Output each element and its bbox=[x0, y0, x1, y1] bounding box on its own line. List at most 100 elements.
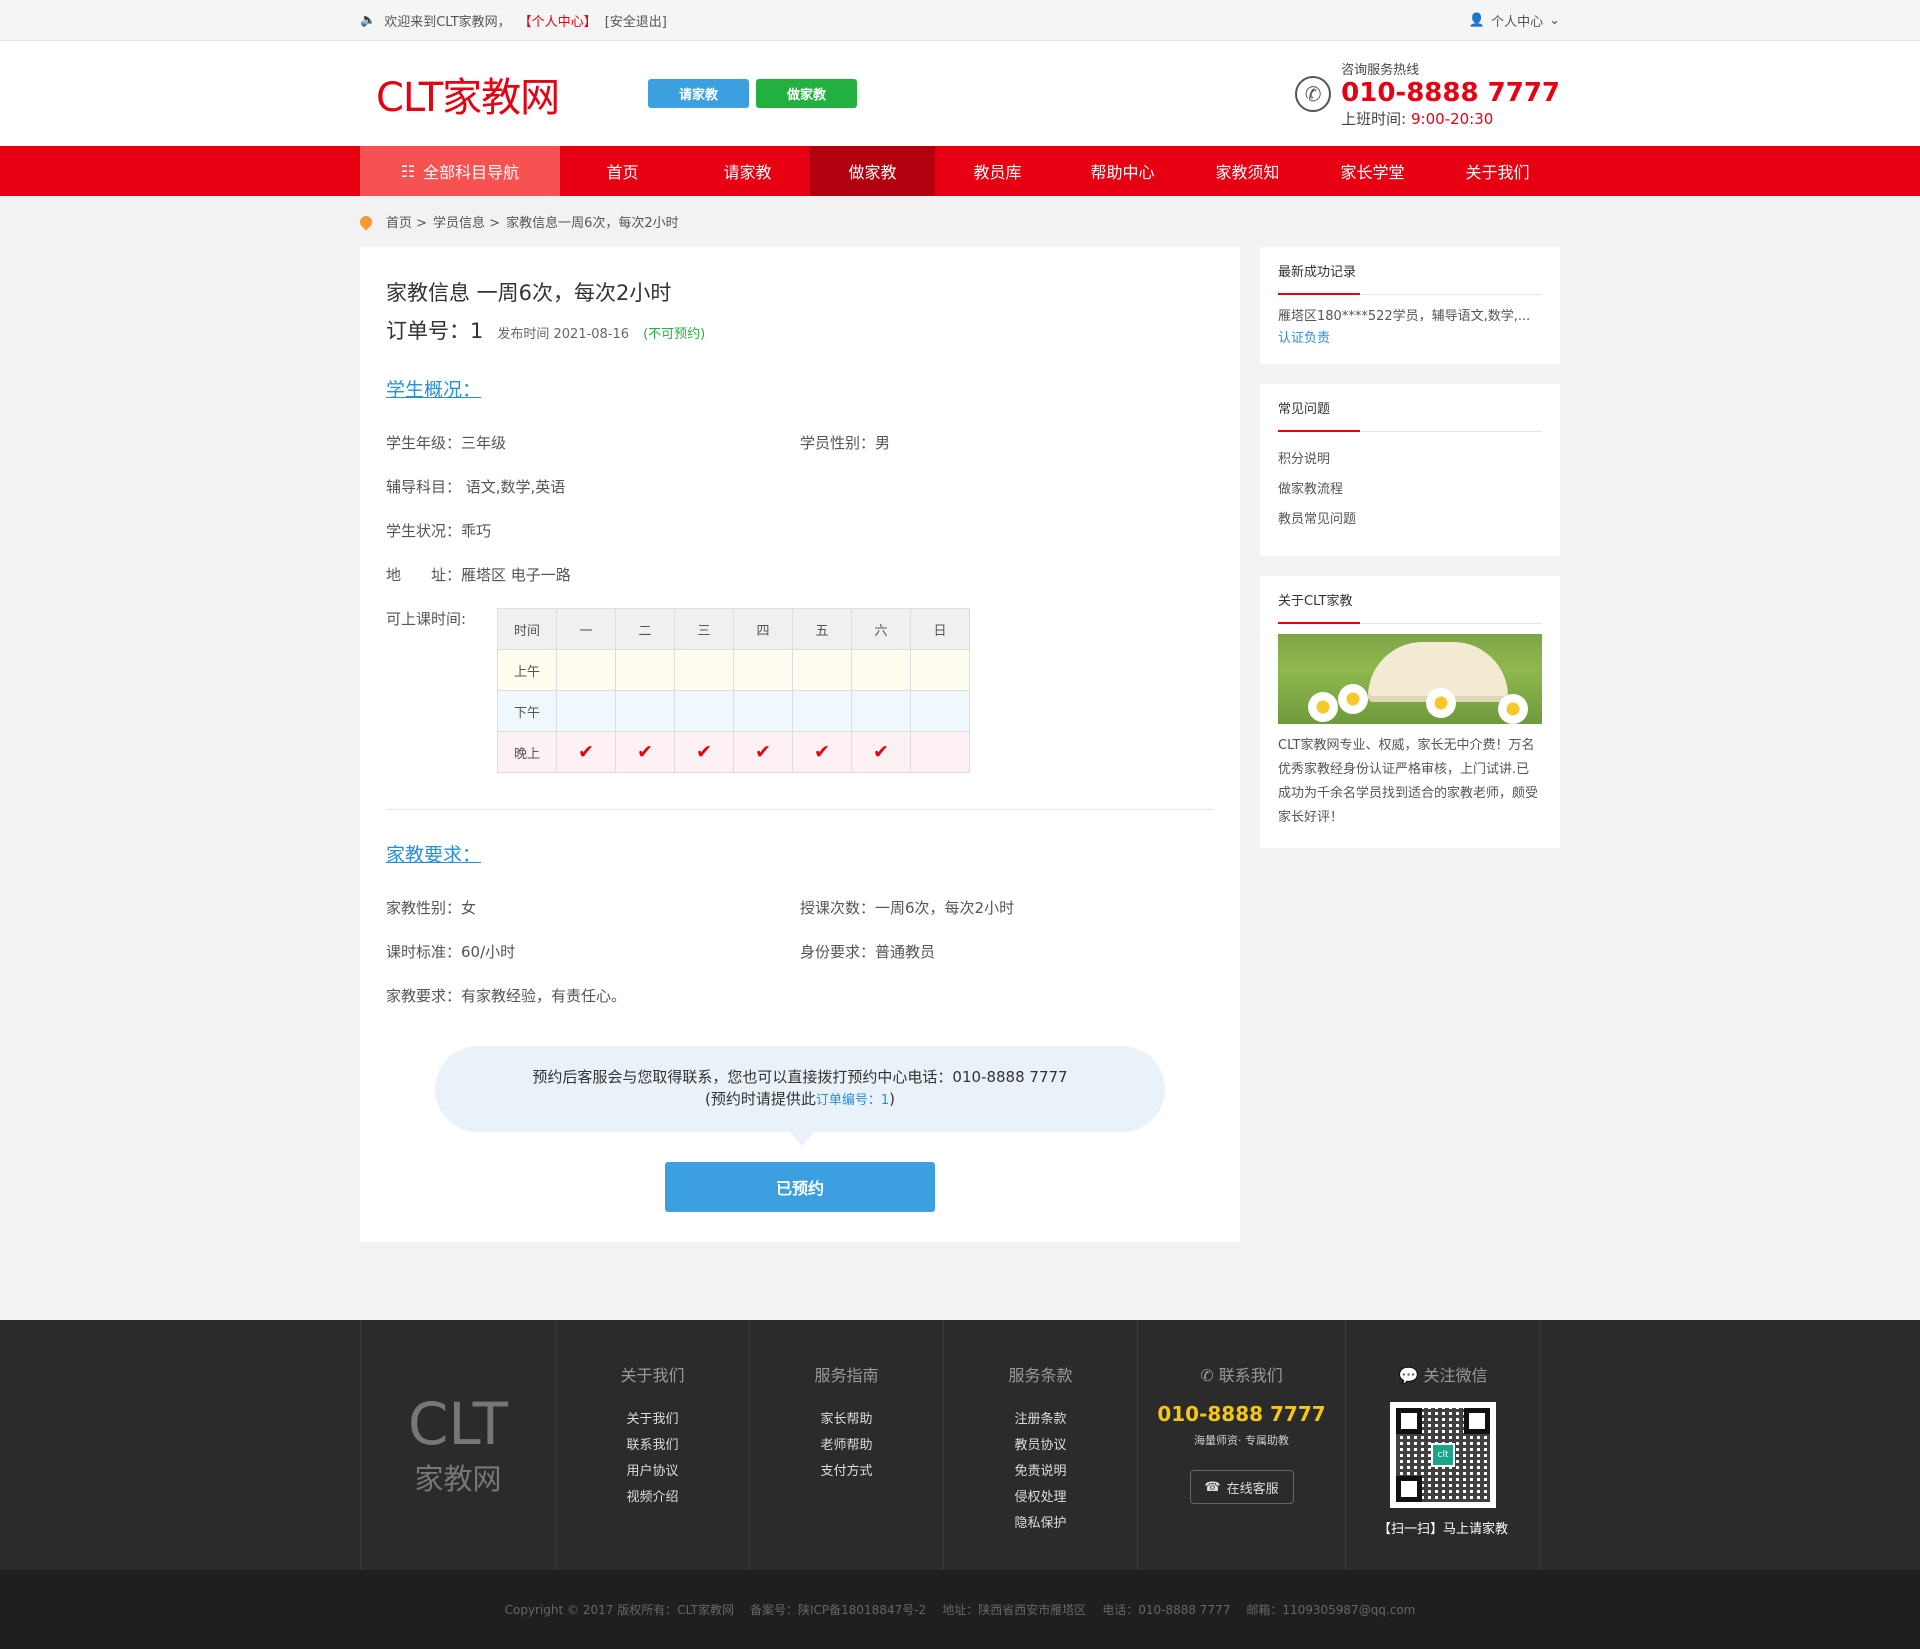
schedule-head-cell: 五 bbox=[792, 608, 852, 650]
footer-tel: 电话：010-8888 7777 bbox=[1102, 1603, 1231, 1617]
footer: CLT 家教网 关于我们 关于我们 联系我们 用户协议 视频介绍 服务指南 家长… bbox=[0, 1320, 1920, 1570]
footer-link[interactable]: 家长帮助 bbox=[820, 1408, 872, 1434]
footer-link[interactable]: 免责说明 bbox=[1014, 1460, 1066, 1486]
footer-link[interactable]: 注册条款 bbox=[1014, 1408, 1066, 1434]
schedule-cell bbox=[792, 649, 852, 691]
success-record-text[interactable]: 雁塔区180****522学员，辅导语文,数学,... bbox=[1278, 307, 1542, 327]
footer-link[interactable]: 关于我们 bbox=[626, 1408, 678, 1434]
hotline-number: 010-8888 7777 bbox=[1341, 77, 1560, 108]
nav-parents[interactable]: 家长学堂 bbox=[1310, 146, 1435, 196]
schedule-head-cell: 二 bbox=[615, 608, 675, 650]
schedule-cell bbox=[556, 649, 616, 691]
about-photo bbox=[1278, 634, 1542, 724]
schedule-row: 晚上 ✔ ✔ ✔ ✔ ✔ ✔ bbox=[497, 731, 970, 773]
reservation-notice: 预约后客服会与您取得联系，您也可以直接拨打预约中心电话：010-8888 777… bbox=[435, 1046, 1165, 1146]
reserved-button[interactable]: 已预约 bbox=[665, 1162, 935, 1212]
tutor-gender: 家教性别：女 bbox=[386, 899, 477, 917]
success-records-card: 最新成功记录 雁塔区180****522学员，辅导语文,数学,... 认证负责 bbox=[1260, 247, 1560, 364]
footer-link[interactable]: 支付方式 bbox=[820, 1460, 872, 1486]
schedule-cell bbox=[910, 731, 970, 773]
schedule-cell bbox=[556, 690, 616, 732]
top-bar: 🔈 欢迎来到CLT家教网， 【个人中心】 [安全退出] 👤 个人中心 ⌄ bbox=[0, 0, 1920, 41]
student-condition: 学生状况：乖巧 bbox=[386, 522, 492, 540]
nav-tutors[interactable]: 教员库 bbox=[935, 146, 1060, 196]
sidebar: 最新成功记录 雁塔区180****522学员，辅导语文,数学,... 认证负责 … bbox=[1260, 247, 1560, 868]
breadcrumb-students[interactable]: 学员信息 > bbox=[433, 212, 500, 231]
order-number: 订单号：1 bbox=[386, 319, 484, 343]
footer-link[interactable]: 侵权处理 bbox=[1014, 1486, 1066, 1512]
become-tutor-button[interactable]: 做家教 bbox=[756, 79, 857, 108]
wechat-title: 关注微信 bbox=[1423, 1366, 1488, 1385]
nav-help[interactable]: 帮助中心 bbox=[1060, 146, 1185, 196]
nav-teach[interactable]: 做家教 bbox=[810, 146, 935, 196]
section-requirements: 家教要求： bbox=[386, 844, 482, 866]
schedule-cell bbox=[910, 649, 970, 691]
breadcrumb-current: 家教信息一周6次，每次2小时 bbox=[506, 216, 679, 231]
schedule-head-cell: 四 bbox=[733, 608, 793, 650]
nav-hire[interactable]: 请家教 bbox=[685, 146, 810, 196]
copyright-text: Copyright © 2017 版权所有：CLT家教网 bbox=[504, 1603, 734, 1617]
order-line: 订单号：1 发布时间 2021-08-16 (不可预约) bbox=[386, 315, 1214, 345]
hotline: ✆ 咨询服务热线 010-8888 7777 上班时间: 9:00-20:30 bbox=[1295, 59, 1560, 129]
footer-about-col: 关于我们 关于我们 联系我们 用户协议 视频介绍 bbox=[556, 1320, 750, 1570]
footer-terms-col: 服务条款 注册条款 教员协议 免责说明 侵权处理 隐私保护 bbox=[944, 1320, 1138, 1570]
footer-link[interactable]: 隐私保护 bbox=[1014, 1512, 1066, 1538]
footer-contact-sub: 海量师资· 专属助教 bbox=[1194, 1434, 1289, 1447]
nav-notice[interactable]: 家教须知 bbox=[1185, 146, 1310, 196]
logout-link[interactable]: [安全退出] bbox=[605, 11, 667, 30]
faq-item[interactable]: 教员常见问题 bbox=[1278, 508, 1542, 538]
nav-about[interactable]: 关于我们 bbox=[1435, 146, 1560, 196]
schedule-head-cell: 三 bbox=[674, 608, 734, 650]
nav-all-subjects[interactable]: ☷ 全部科目导航 bbox=[360, 146, 560, 196]
student-gender: 学员性别：男 bbox=[800, 434, 891, 452]
notice-post: ) bbox=[889, 1090, 895, 1108]
footer-link[interactable]: 老师帮助 bbox=[820, 1434, 872, 1460]
footer-link[interactable]: 联系我们 bbox=[626, 1434, 678, 1460]
online-service-button[interactable]: ☎ 在线客服 bbox=[1189, 1470, 1294, 1504]
schedule-cell bbox=[910, 690, 970, 732]
schedule: 可上课时间: 时间 一 二 三 四 五 六 日 上午 下午 晚上 ✔ ✔ ✔ ✔… bbox=[386, 608, 1214, 773]
schedule-cell bbox=[674, 690, 734, 732]
footer-link[interactable]: 用户协议 bbox=[626, 1460, 678, 1486]
header: CLT家教网 请家教 做家教 ✆ 咨询服务热线 010-8888 7777 上班… bbox=[0, 41, 1920, 146]
schedule-cell bbox=[733, 649, 793, 691]
schedule-table: 时间 一 二 三 四 五 六 日 上午 下午 晚上 ✔ ✔ ✔ ✔ ✔ ✔ bbox=[497, 608, 970, 773]
icp-record[interactable]: 备案号：陕ICP备18018847号-2 bbox=[750, 1601, 926, 1618]
footer-col-title: 💬 关注微信 bbox=[1398, 1362, 1487, 1386]
user-icon: 👤 bbox=[1468, 12, 1486, 28]
notice-pre: (预约时请提供此 bbox=[705, 1090, 816, 1108]
schedule-cell bbox=[615, 649, 675, 691]
user-menu[interactable]: 👤 个人中心 ⌄ bbox=[1469, 11, 1560, 30]
check-icon: ✔ bbox=[578, 741, 594, 763]
notice-line-2: (预约时请提供此订单编号：1) bbox=[705, 1088, 895, 1112]
about-text: CLT家教网专业、权威，家长无中介费！万名优秀家教经身份认证严格审核，上门试讲.… bbox=[1278, 738, 1539, 825]
hours-label: 上班时间: bbox=[1341, 109, 1407, 128]
check-icon: ✔ bbox=[873, 741, 889, 763]
schedule-cell: ✔ bbox=[733, 731, 793, 773]
footer-link[interactable]: 教员协议 bbox=[1014, 1434, 1066, 1460]
hotline-label: 咨询服务热线 bbox=[1341, 62, 1420, 78]
schedule-row: 下午 bbox=[497, 690, 970, 732]
section-student: 学生概况： bbox=[386, 379, 482, 401]
personal-center-link[interactable]: 【个人中心】 bbox=[519, 11, 597, 30]
schedule-head-cell: 六 bbox=[851, 608, 911, 650]
hire-tutor-button[interactable]: 请家教 bbox=[648, 79, 749, 108]
footer-col-title: 关于我们 bbox=[620, 1366, 685, 1385]
footer-link[interactable]: 视频介绍 bbox=[626, 1486, 678, 1512]
flower-shape bbox=[1498, 694, 1528, 724]
qr-logo: clt bbox=[1431, 1443, 1455, 1467]
notice-order-code: 订单编号：1 bbox=[815, 1093, 890, 1108]
faq-card: 常见问题 积分说明 做家教流程 教员常见问题 bbox=[1260, 384, 1560, 556]
nav-home[interactable]: 首页 bbox=[560, 146, 685, 196]
schedule-cell: ✔ bbox=[674, 731, 734, 773]
faq-item[interactable]: 做家教流程 bbox=[1278, 478, 1542, 508]
qr-finder bbox=[1396, 1408, 1422, 1434]
faq-item[interactable]: 积分说明 bbox=[1278, 448, 1542, 478]
footer-col-title: 服务指南 bbox=[814, 1366, 879, 1385]
success-record-link[interactable]: 认证负责 bbox=[1278, 327, 1542, 346]
breadcrumb-home[interactable]: 首页 > bbox=[386, 212, 427, 231]
user-menu-label: 个人中心 bbox=[1491, 14, 1544, 30]
success-records-title: 最新成功记录 bbox=[1278, 261, 1542, 295]
footer-col-title: 服务条款 bbox=[1008, 1366, 1073, 1385]
site-logo[interactable]: CLT家教网 bbox=[376, 65, 648, 123]
